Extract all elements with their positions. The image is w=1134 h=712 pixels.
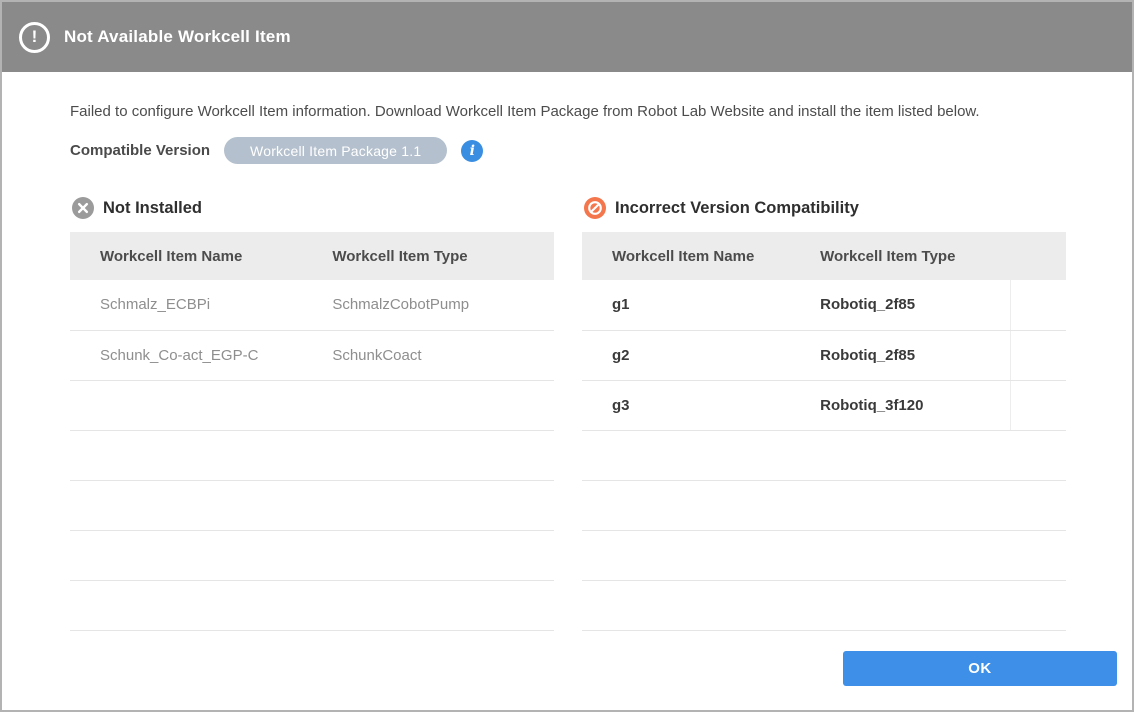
compatible-version-label: Compatible Version: [70, 142, 210, 159]
cell-extra: [1010, 380, 1066, 430]
empty-table-row: [70, 580, 554, 630]
info-icon[interactable]: i: [461, 140, 483, 162]
incorrect-version-section: Incorrect Version Compatibility Workcell…: [582, 197, 1066, 631]
not-installed-section: Not Installed Workcell Item Name Workcel…: [70, 197, 554, 631]
cell-item-name: g3: [582, 380, 790, 430]
cell-extra: [1010, 330, 1066, 380]
compatible-version-row: Compatible Version Workcell Item Package…: [70, 137, 1132, 164]
dialog-title: Not Available Workcell Item: [64, 27, 291, 47]
dialog-description: Failed to configure Workcell Item inform…: [70, 103, 1062, 120]
table-row: Schunk_Co-act_EGP-C SchunkCoact: [70, 330, 554, 380]
tables-container: Not Installed Workcell Item Name Workcel…: [70, 197, 1132, 631]
cell-item-type: Robotiq_3f120: [790, 380, 1010, 430]
empty-table-row: [582, 480, 1066, 530]
column-header-type: Workcell Item Type: [790, 232, 1010, 280]
table-row: Schmalz_ECBPi SchmalzCobotPump: [70, 280, 554, 330]
table-row: g2 Robotiq_2f85: [582, 330, 1066, 380]
empty-table-row: [70, 380, 554, 430]
incorrect-version-table: Workcell Item Name Workcell Item Type g1…: [582, 232, 1066, 631]
cell-item-name: g1: [582, 280, 790, 330]
cell-extra: [1010, 280, 1066, 330]
empty-table-row: [70, 430, 554, 480]
table-row: g3 Robotiq_3f120: [582, 380, 1066, 430]
incorrect-version-title: Incorrect Version Compatibility: [615, 199, 859, 218]
column-header-name: Workcell Item Name: [582, 232, 790, 280]
cell-item-name: g2: [582, 330, 790, 380]
empty-table-row: [582, 580, 1066, 630]
column-header-type: Workcell Item Type: [302, 232, 554, 280]
column-header-extra: [1010, 232, 1066, 280]
cell-item-type: SchmalzCobotPump: [302, 280, 554, 330]
dialog-header: ! Not Available Workcell Item: [2, 2, 1132, 72]
cell-item-type: Robotiq_2f85: [790, 330, 1010, 380]
ok-button[interactable]: OK: [843, 651, 1117, 686]
cell-item-type: Robotiq_2f85: [790, 280, 1010, 330]
table-header-row: Workcell Item Name Workcell Item Type: [70, 232, 554, 280]
incorrect-version-header: Incorrect Version Compatibility: [582, 197, 1066, 219]
empty-table-row: [582, 430, 1066, 480]
not-installed-title: Not Installed: [103, 199, 202, 218]
not-installed-table: Workcell Item Name Workcell Item Type Sc…: [70, 232, 554, 631]
empty-table-row: [582, 530, 1066, 580]
column-header-name: Workcell Item Name: [70, 232, 302, 280]
x-circle-icon: [72, 197, 94, 219]
compatible-version-badge: Workcell Item Package 1.1: [224, 137, 447, 164]
empty-table-row: [70, 480, 554, 530]
cell-item-type: SchunkCoact: [302, 330, 554, 380]
empty-table-row: [70, 530, 554, 580]
table-header-row: Workcell Item Name Workcell Item Type: [582, 232, 1066, 280]
not-installed-header: Not Installed: [70, 197, 554, 219]
not-available-workcell-item-dialog: ! Not Available Workcell Item Failed to …: [0, 0, 1134, 712]
exclamation-circle-icon: !: [19, 22, 50, 53]
table-row: g1 Robotiq_2f85: [582, 280, 1066, 330]
prohibition-circle-icon: [584, 197, 606, 219]
cell-item-name: Schunk_Co-act_EGP-C: [70, 330, 302, 380]
cell-item-name: Schmalz_ECBPi: [70, 280, 302, 330]
